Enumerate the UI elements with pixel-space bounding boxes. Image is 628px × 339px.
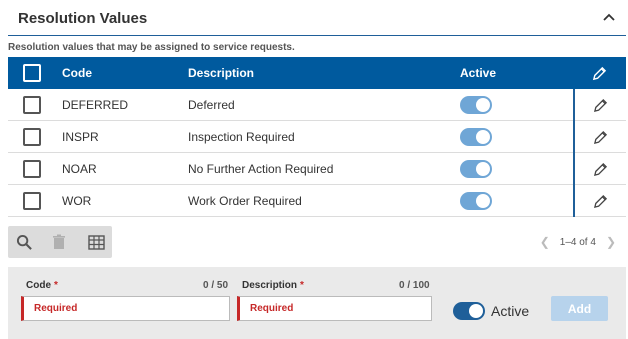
pencil-icon[interactable] [593,130,608,145]
table-row[interactable]: WOR Work Order Required [8,185,626,217]
row-checkbox[interactable] [23,96,41,114]
code-char-counter: 0 / 50 [203,280,229,291]
pencil-icon[interactable] [593,98,608,113]
grid-header: Code Description Active [8,57,626,89]
add-resolution-form: Code * 0 / 50 Required Description * 0 / 1… [8,267,626,339]
grid-toolbar [8,226,112,258]
code-field-label: Code * [26,280,58,291]
pager: ❮ 1–4 of 4 ❯ [540,235,616,249]
chevron-left-icon[interactable]: ❮ [540,235,550,249]
row-code: NOAR [62,162,97,176]
required-mark: * [300,280,304,291]
active-toggle[interactable] [453,302,485,320]
description-char-counter: 0 / 100 [399,280,430,291]
row-checkbox[interactable] [23,160,41,178]
chevron-up-icon[interactable] [602,10,616,24]
active-toggle-label: Active [491,303,530,319]
table-row[interactable]: INSPR Inspection Required [8,121,626,153]
row-checkbox[interactable] [23,128,41,146]
table-row[interactable]: NOAR No Further Action Required [8,153,626,185]
table-row[interactable]: DEFERRED Deferred [8,89,626,121]
section-header: Resolution Values [8,0,626,36]
required-mark: * [54,280,58,291]
resolution-values-grid: Code Description Active DEFERRED Deferre… [8,57,626,217]
active-toggle-group: Active [453,302,529,320]
row-description: Inspection Required [188,130,295,144]
trash-icon [49,232,69,252]
column-header-active[interactable]: Active [460,57,496,89]
pencil-icon[interactable] [593,162,608,177]
pencil-icon[interactable] [592,66,607,81]
description-field-label: Description * [242,280,304,291]
pencil-icon[interactable] [593,194,608,209]
row-description: Deferred [188,98,235,112]
row-code: WOR [62,194,92,208]
code-field[interactable]: Required [21,296,230,321]
description-field-placeholder: Required [250,303,294,314]
section-title: Resolution Values [18,10,148,27]
description-field[interactable]: Required [237,296,432,321]
row-checkbox[interactable] [23,192,41,210]
code-field-placeholder: Required [34,303,78,314]
row-description: No Further Action Required [188,162,334,176]
section-subtitle: Resolution values that may be assigned t… [8,42,295,53]
column-header-description[interactable]: Description [188,57,254,89]
row-description: Work Order Required [188,194,302,208]
grid-icon[interactable] [86,232,106,252]
select-all-checkbox[interactable] [23,64,41,82]
row-active-toggle[interactable] [460,128,492,146]
add-button[interactable]: Add [551,296,608,321]
row-active-toggle[interactable] [460,192,492,210]
chevron-right-icon[interactable]: ❯ [606,235,616,249]
row-code: INSPR [62,130,99,144]
search-icon[interactable] [14,232,34,252]
row-active-toggle[interactable] [460,96,492,114]
row-active-toggle[interactable] [460,160,492,178]
row-code: DEFERRED [62,98,129,112]
pager-range: 1–4 of 4 [559,236,596,248]
column-header-code[interactable]: Code [62,57,92,89]
